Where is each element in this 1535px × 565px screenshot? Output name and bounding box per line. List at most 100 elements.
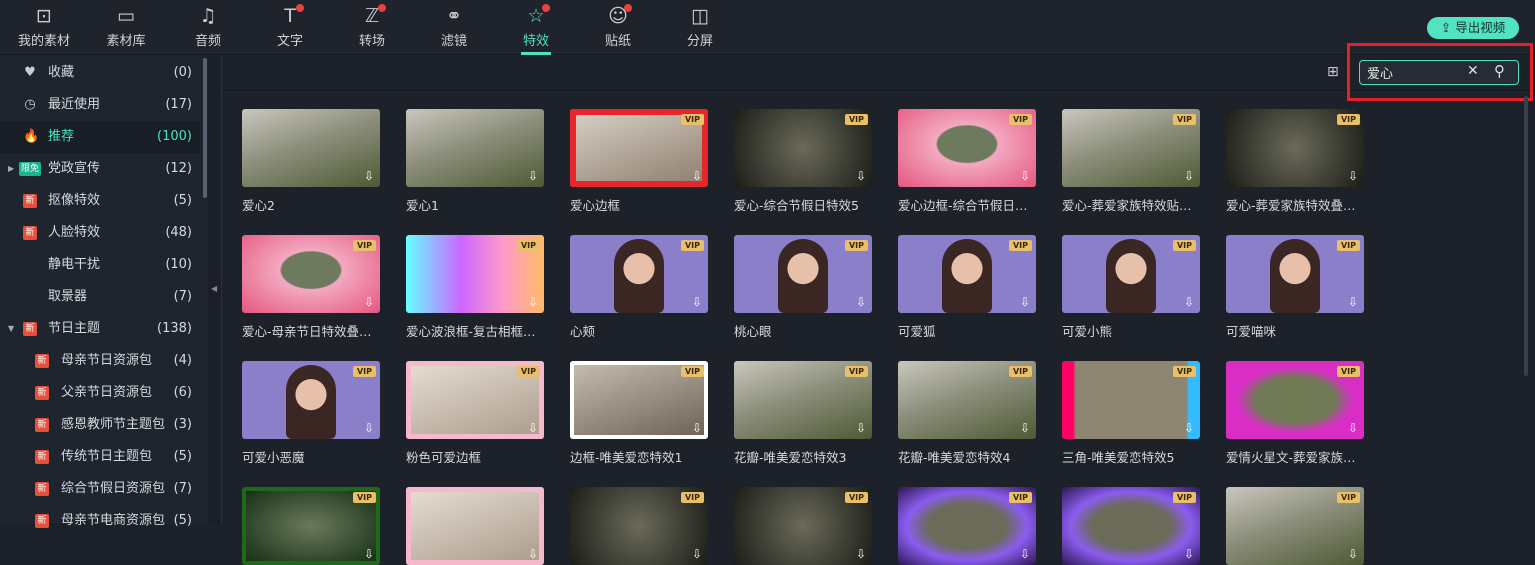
effect-card[interactable]: VIP ⇩ (242, 487, 380, 565)
download-icon[interactable]: ⇩ (364, 547, 374, 561)
effect-card[interactable]: VIP ⇩ 三角-唯美爱恋特效5 (1062, 361, 1200, 466)
effect-thumbnail[interactable]: VIP ⇩ (734, 361, 872, 439)
effect-thumbnail[interactable]: ⇩ (406, 487, 544, 565)
effect-card[interactable]: ⇩ (406, 487, 544, 565)
effect-thumbnail[interactable]: VIP ⇩ (1062, 361, 1200, 439)
download-icon[interactable]: ⇩ (1020, 295, 1030, 309)
content-scrollbar[interactable] (1524, 96, 1528, 376)
search-input[interactable] (1367, 63, 1467, 82)
effect-card[interactable]: VIP ⇩ 爱心边框 (570, 109, 708, 214)
tab-8[interactable]: ◫ 分屏 (670, 0, 730, 55)
effect-card[interactable]: VIP ⇩ 可爱小熊 (1062, 235, 1200, 340)
effect-card[interactable]: VIP ⇩ 爱心-葬爱家族特效叠… (1226, 109, 1364, 214)
effect-thumbnail[interactable]: VIP ⇩ (570, 109, 708, 187)
expand-arrow-icon[interactable]: ▼ (8, 313, 14, 345)
effect-thumbnail[interactable]: VIP ⇩ (406, 361, 544, 439)
sidebar-item[interactable]: ◷ 最近使用 (17) (0, 89, 200, 121)
effect-thumbnail[interactable]: VIP ⇩ (1062, 235, 1200, 313)
download-icon[interactable]: ⇩ (1020, 169, 1030, 183)
effect-card[interactable]: VIP ⇩ 可爱狐 (898, 235, 1036, 340)
effect-card[interactable]: ⇩ 爱心2 (242, 109, 380, 214)
tab-3[interactable]: T 文字 (260, 0, 320, 55)
download-icon[interactable]: ⇩ (1348, 169, 1358, 183)
tab-7[interactable]: ☺ 贴纸 (588, 0, 648, 55)
download-icon[interactable]: ⇩ (856, 547, 866, 561)
effect-card[interactable]: VIP ⇩ (570, 487, 708, 565)
effect-thumbnail[interactable]: VIP ⇩ (1226, 235, 1364, 313)
effect-card[interactable]: VIP ⇩ 爱心边框-综合节假日… (898, 109, 1036, 214)
effect-thumbnail[interactable]: VIP ⇩ (1062, 487, 1200, 565)
download-icon[interactable]: ⇩ (1184, 295, 1194, 309)
sidebar-item[interactable]: 静电干扰 (10) (0, 249, 200, 281)
download-icon[interactable]: ⇩ (364, 169, 374, 183)
download-icon[interactable]: ⇩ (528, 421, 538, 435)
effect-thumbnail[interactable]: VIP ⇩ (734, 487, 872, 565)
sidebar-item[interactable]: 新人脸特效 (48) (0, 217, 200, 249)
tab-5[interactable]: ⚭ 滤镜 (424, 0, 484, 55)
download-icon[interactable]: ⇩ (528, 295, 538, 309)
effect-thumbnail[interactable]: ⇩ (242, 109, 380, 187)
download-icon[interactable]: ⇩ (1020, 547, 1030, 561)
effect-card[interactable]: VIP ⇩ 可爱喵咪 (1226, 235, 1364, 340)
sidebar-item[interactable]: 新母亲节日资源包 (4) (0, 345, 200, 377)
effect-thumbnail[interactable]: ⇩ (406, 109, 544, 187)
download-icon[interactable]: ⇩ (1184, 169, 1194, 183)
effect-thumbnail[interactable]: VIP ⇩ (1226, 361, 1364, 439)
download-icon[interactable]: ⇩ (1184, 421, 1194, 435)
effect-thumbnail[interactable]: VIP ⇩ (1226, 487, 1364, 565)
download-icon[interactable]: ⇩ (856, 295, 866, 309)
download-icon[interactable]: ⇩ (1020, 421, 1030, 435)
effect-card[interactable]: VIP ⇩ (898, 487, 1036, 565)
clear-icon[interactable]: ✕ (1467, 63, 1479, 79)
download-icon[interactable]: ⇩ (364, 421, 374, 435)
effect-thumbnail[interactable]: VIP ⇩ (898, 109, 1036, 187)
sidebar-item[interactable]: 新抠像特效 (5) (0, 185, 200, 217)
effect-thumbnail[interactable]: VIP ⇩ (242, 487, 380, 565)
download-icon[interactable]: ⇩ (692, 421, 702, 435)
sidebar-item[interactable]: ♥ 收藏 (0) (0, 57, 200, 89)
effect-thumbnail[interactable]: VIP ⇩ (570, 361, 708, 439)
effect-card[interactable]: VIP ⇩ 爱心-综合节假日特效5 (734, 109, 872, 214)
effect-thumbnail[interactable]: VIP ⇩ (570, 487, 708, 565)
effect-card[interactable]: VIP ⇩ 边框-唯美爱恋特效1 (570, 361, 708, 466)
effect-card[interactable]: VIP ⇩ 桃心眼 (734, 235, 872, 340)
effect-thumbnail[interactable]: VIP ⇩ (898, 361, 1036, 439)
tab-2[interactable]: ♫ 音频 (178, 0, 238, 55)
effect-thumbnail[interactable]: VIP ⇩ (898, 487, 1036, 565)
sidebar-item[interactable]: ▼ 新节日主题 (138) (0, 313, 200, 345)
effect-card[interactable]: VIP ⇩ 爱情火星文-葬爱家族… (1226, 361, 1364, 466)
effect-thumbnail[interactable]: VIP ⇩ (570, 235, 708, 313)
sidebar-item[interactable]: 新父亲节日资源包 (6) (0, 377, 200, 409)
download-icon[interactable]: ⇩ (856, 169, 866, 183)
effect-card[interactable]: VIP ⇩ (1226, 487, 1364, 565)
effect-card[interactable]: VIP ⇩ 爱心-母亲节日特效叠… (242, 235, 380, 340)
tab-0[interactable]: ⊡ 我的素材 (14, 0, 74, 55)
download-icon[interactable]: ⇩ (692, 547, 702, 561)
tab-4[interactable]: ℤ 转场 (342, 0, 402, 55)
effect-thumbnail[interactable]: VIP ⇩ (734, 235, 872, 313)
expand-arrow-icon[interactable]: ▶ (8, 153, 14, 185)
export-video-button[interactable]: ⇪ 导出视频 (1427, 17, 1519, 39)
download-icon[interactable]: ⇩ (528, 547, 538, 561)
sidebar-item[interactable]: 新感恩教师节主题包 (3) (0, 409, 200, 441)
effect-thumbnail[interactable]: VIP ⇩ (406, 235, 544, 313)
sidebar-item[interactable]: ▶ 限免 党政宣传 (12) (0, 153, 200, 185)
effect-card[interactable]: VIP ⇩ 心颊 (570, 235, 708, 340)
download-icon[interactable]: ⇩ (692, 169, 702, 183)
download-icon[interactable]: ⇩ (856, 421, 866, 435)
sidebar-scrollbar[interactable] (203, 58, 207, 198)
effect-card[interactable]: VIP ⇩ 可爱小恶魔 (242, 361, 380, 466)
download-icon[interactable]: ⇩ (1348, 547, 1358, 561)
effect-card[interactable]: ⇩ 爱心1 (406, 109, 544, 214)
effect-card[interactable]: VIP ⇩ 爱心-葬爱家族特效贴… (1062, 109, 1200, 214)
effect-card[interactable]: VIP ⇩ 粉色可爱边框 (406, 361, 544, 466)
download-icon[interactable]: ⇩ (1348, 421, 1358, 435)
sidebar-item[interactable]: 新综合节假日资源包 (7) (0, 473, 200, 505)
download-icon[interactable]: ⇩ (364, 295, 374, 309)
effect-card[interactable]: VIP ⇩ 爱心波浪框-复古相框… (406, 235, 544, 340)
effect-card[interactable]: VIP ⇩ (734, 487, 872, 565)
effect-card[interactable]: VIP ⇩ 花瓣-唯美爱恋特效3 (734, 361, 872, 466)
tab-1[interactable]: ▭ 素材库 (96, 0, 156, 55)
download-icon[interactable]: ⇩ (528, 169, 538, 183)
search-icon[interactable]: ⚲ (1494, 62, 1505, 80)
